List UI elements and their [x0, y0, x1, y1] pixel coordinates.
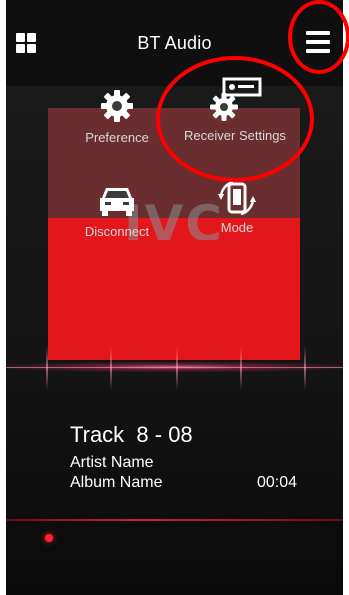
menu-item-label: Preference	[85, 130, 149, 145]
player-area: JVC Preference Receiver Settings Disconn…	[6, 77, 343, 595]
menu-item-disconnect[interactable]: Disconnect	[72, 182, 162, 239]
menu-item-preference[interactable]: Preference	[72, 88, 162, 145]
page-title: BT Audio	[137, 33, 212, 53]
menu-item-label: Receiver Settings	[184, 128, 286, 143]
track-title: Track 8 - 08	[70, 422, 193, 447]
menu-item-label: Mode	[220, 220, 254, 235]
menu-item-mode[interactable]: Mode	[192, 176, 282, 235]
phone-rotate-icon	[218, 180, 256, 216]
menu-item-receiver-settings[interactable]: Receiver Settings	[176, 76, 294, 143]
top-bar: BT Audio	[6, 0, 343, 86]
progress-indicator[interactable]	[45, 534, 53, 542]
menu-item-label: Disconnect	[84, 224, 150, 239]
progress-track[interactable]	[6, 519, 343, 521]
gear-icon	[101, 90, 133, 122]
phone-screen: BT Audio JVC Preference Receiver Setting…	[6, 0, 343, 595]
hamburger-menu-icon[interactable]	[306, 31, 330, 55]
album-name: Album Name	[70, 474, 163, 491]
car-icon	[100, 188, 134, 216]
elapsed-time: 00:04	[256, 474, 297, 491]
receiver-gear-icon	[210, 77, 262, 121]
artist-name: Artist Name	[70, 454, 154, 471]
